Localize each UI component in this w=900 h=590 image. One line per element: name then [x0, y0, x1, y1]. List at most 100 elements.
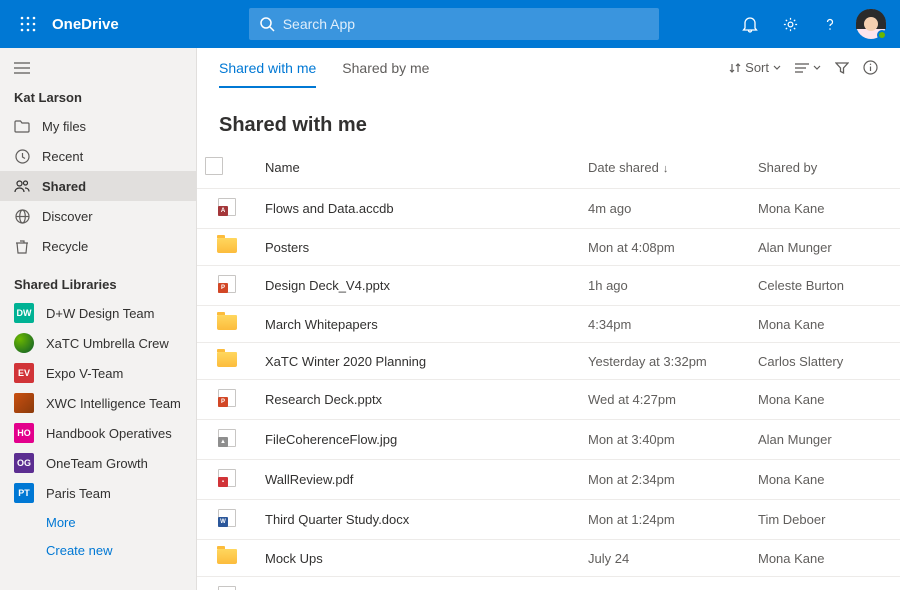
create-new-link[interactable]: Create new: [0, 536, 196, 564]
file-date: Yesterday at 3:32pm: [580, 343, 750, 380]
file-date: Mon at 2:34pm: [580, 460, 750, 500]
file-icon-cell: ▲: [197, 420, 257, 460]
pdf-icon: ▪: [218, 469, 236, 487]
table-row[interactable]: PUeoD Transition Animation.movJuly 23Cel…: [197, 577, 900, 590]
info-button[interactable]: [863, 60, 878, 75]
file-by: Carlos Slattery: [750, 343, 900, 380]
library-item[interactable]: OG OneTeam Growth: [0, 448, 196, 478]
library-chip: [14, 393, 34, 413]
sidebar-item-my-files[interactable]: My files: [0, 111, 196, 141]
jpg-icon: ▲: [218, 429, 236, 447]
folder-icon: [217, 549, 237, 564]
file-date: Mon at 3:40pm: [580, 420, 750, 460]
table-row[interactable]: AFlows and Data.accdb4m agoMona Kane: [197, 189, 900, 229]
more-link[interactable]: More: [0, 508, 196, 536]
file-name: Third Quarter Study.docx: [257, 500, 580, 540]
library-chip: EV: [14, 363, 34, 383]
library-label: OneTeam Growth: [46, 456, 148, 471]
pptx-icon: P: [218, 275, 236, 293]
clock-icon: [14, 148, 30, 164]
tab-shared-with-me[interactable]: Shared with me: [219, 48, 316, 88]
table-row[interactable]: ▲FileCoherenceFlow.jpgMon at 3:40pmAlan …: [197, 420, 900, 460]
help-icon[interactable]: [810, 4, 850, 44]
file-date: July 24: [580, 540, 750, 577]
library-item[interactable]: EV Expo V-Team: [0, 358, 196, 388]
file-icon-cell: [197, 229, 257, 266]
main-content: Shared with meShared by me Sort: [197, 48, 900, 590]
file-icon-cell: P: [197, 266, 257, 306]
topbar: OneDrive: [0, 0, 900, 48]
col-icon[interactable]: [197, 147, 257, 189]
file-date: 1h ago: [580, 266, 750, 306]
table-row[interactable]: ▪WallReview.pdfMon at 2:34pmMona Kane: [197, 460, 900, 500]
library-chip: DW: [14, 303, 34, 323]
settings-icon[interactable]: [770, 4, 810, 44]
library-chip: [14, 333, 34, 353]
hamburger-icon[interactable]: [0, 56, 196, 84]
accdb-icon: A: [218, 198, 236, 216]
col-by[interactable]: Shared by: [750, 147, 900, 189]
globe-icon: [14, 208, 30, 224]
filter-button[interactable]: [835, 61, 849, 75]
col-name[interactable]: Name: [257, 147, 580, 189]
file-icon: [205, 157, 223, 175]
file-date: Mon at 4:08pm: [580, 229, 750, 266]
search-box[interactable]: [249, 8, 659, 40]
table-row[interactable]: March Whitepapers4:34pmMona Kane: [197, 306, 900, 343]
table-row[interactable]: PostersMon at 4:08pmAlan Munger: [197, 229, 900, 266]
shared-libraries-heading: Shared Libraries: [0, 261, 196, 298]
file-icon-cell: P: [197, 380, 257, 420]
file-icon-cell: [197, 540, 257, 577]
library-chip: OG: [14, 453, 34, 473]
search-input[interactable]: [283, 16, 649, 32]
folder-icon: [217, 238, 237, 253]
info-icon: [863, 60, 878, 75]
file-date: Wed at 4:27pm: [580, 380, 750, 420]
file-name: UeoD Transition Animation.mov: [257, 577, 580, 590]
files-table: Name Date shared↓ Shared by AFlows and D…: [197, 147, 900, 590]
notifications-icon[interactable]: [730, 4, 770, 44]
folder-icon: [217, 315, 237, 330]
sidebar-item-recent[interactable]: Recent: [0, 141, 196, 171]
sidebar: Kat Larson My filesRecentSharedDiscoverR…: [0, 48, 197, 590]
tab-shared-by-me[interactable]: Shared by me: [342, 48, 429, 88]
file-icon-cell: ▪: [197, 460, 257, 500]
sidebar-item-recycle[interactable]: Recycle: [0, 231, 196, 261]
folder-icon: [14, 118, 30, 134]
library-item[interactable]: HOHandbook Operatives: [0, 418, 196, 448]
sidebar-item-shared[interactable]: Shared: [0, 171, 196, 201]
people-icon: [14, 178, 30, 194]
table-row[interactable]: PResearch Deck.pptxWed at 4:27pmMona Kan…: [197, 380, 900, 420]
library-label: Expo V-Team: [46, 366, 123, 381]
file-name: Research Deck.pptx: [257, 380, 580, 420]
table-row[interactable]: WThird Quarter Study.docxMon at 1:24pmTi…: [197, 500, 900, 540]
avatar[interactable]: [856, 9, 886, 39]
col-date[interactable]: Date shared↓: [580, 147, 750, 189]
nav-label: Shared: [42, 179, 86, 194]
brand: OneDrive: [52, 16, 119, 33]
library-label: XWC Intelligence Team: [46, 396, 181, 411]
library-item[interactable]: XWC Intelligence Team: [0, 388, 196, 418]
nav-label: Recent: [42, 149, 83, 164]
library-label: XaTC Umbrella Crew: [46, 336, 169, 351]
library-item[interactable]: PTParis Team: [0, 478, 196, 508]
library-item[interactable]: XaTC Umbrella Crew: [0, 328, 196, 358]
file-icon-cell: [197, 343, 257, 380]
page-title: Shared with me: [197, 88, 900, 147]
file-by: Celeste Burton: [750, 577, 900, 590]
sort-button[interactable]: Sort: [729, 60, 781, 75]
filter-icon: [835, 61, 849, 75]
table-row[interactable]: Mock UpsJuly 24Mona Kane: [197, 540, 900, 577]
sidebar-item-discover[interactable]: Discover: [0, 201, 196, 231]
file-name: Design Deck_V4.pptx: [257, 266, 580, 306]
library-item[interactable]: DWD+W Design Team: [0, 298, 196, 328]
table-row[interactable]: PDesign Deck_V4.pptx1h agoCeleste Burton: [197, 266, 900, 306]
file-name: XaTC Winter 2020 Planning: [257, 343, 580, 380]
view-options-button[interactable]: [795, 63, 821, 73]
table-row[interactable]: XaTC Winter 2020 PlanningYesterday at 3:…: [197, 343, 900, 380]
file-name: March Whitepapers: [257, 306, 580, 343]
chevron-down-icon: [813, 65, 821, 70]
sort-label: Sort: [745, 60, 769, 75]
app-launcher-icon[interactable]: [8, 4, 48, 44]
chevron-down-icon: [773, 65, 781, 70]
